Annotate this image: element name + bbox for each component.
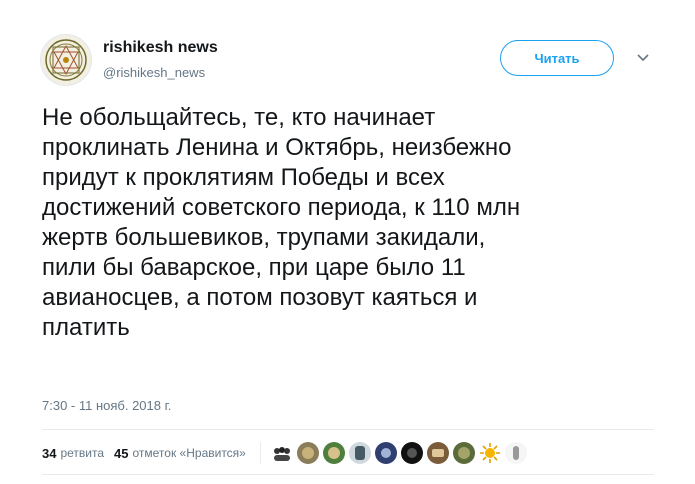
tweet-card: rishikesh news @rishikesh_news Читать Не… xyxy=(0,0,695,484)
tweet-timestamp[interactable]: 7:30 - 11 нояб. 2018 г. xyxy=(42,398,171,413)
liker-avatar[interactable] xyxy=(374,442,397,464)
group-icon xyxy=(273,447,290,461)
tweet-text-line: жертв большевиков, трупами закидали, xyxy=(42,224,486,251)
user-info: rishikesh news @rishikesh_news xyxy=(103,38,218,83)
tweet-text-line: проклинать Ленина и Октябрь, неизбежно xyxy=(42,134,512,161)
display-name[interactable]: rishikesh news xyxy=(103,38,218,58)
likes-label[interactable]: отметок «Нравится» xyxy=(133,446,246,460)
liker-avatar[interactable] xyxy=(452,442,475,464)
tweet-stats: 34 ретвита 45 отметок «Нравится» xyxy=(42,442,531,464)
liker-avatar[interactable] xyxy=(270,442,293,464)
tweet-text: Не обольщайтесь, те, кто начинает прокли… xyxy=(42,103,662,343)
divider xyxy=(42,429,654,430)
likers-avatars xyxy=(270,442,531,464)
liker-avatar[interactable] xyxy=(478,442,501,464)
liker-avatar[interactable] xyxy=(504,442,527,464)
stats-separator xyxy=(259,442,261,464)
tweet-text-line: достижений советского периода, к 110 млн xyxy=(42,194,521,221)
liker-avatar[interactable] xyxy=(348,442,371,464)
divider xyxy=(42,474,654,475)
likes-count[interactable]: 45 xyxy=(114,446,128,461)
more-options-button[interactable] xyxy=(636,52,650,64)
chevron-down-icon xyxy=(637,54,649,62)
yantra-emblem-icon xyxy=(45,39,87,81)
user-handle[interactable]: @rishikesh_news xyxy=(103,63,218,83)
tweet-text-line: придут к проклятиям Победы и всех xyxy=(42,164,445,191)
tweet-text-line: пили бы баварское, при царе было 11 xyxy=(42,254,466,281)
follow-button[interactable]: Читать xyxy=(500,40,614,76)
tweet-text-line: Не обольщайтесь, те, кто начинает xyxy=(42,104,436,131)
liker-avatar[interactable] xyxy=(426,442,449,464)
tweet-text-line: платить xyxy=(42,314,130,341)
liker-avatar[interactable] xyxy=(322,442,345,464)
sun-icon xyxy=(479,443,500,463)
avatar[interactable] xyxy=(40,34,92,86)
liker-avatar[interactable] xyxy=(296,442,319,464)
retweets-label[interactable]: ретвита xyxy=(60,446,104,460)
retweets-count[interactable]: 34 xyxy=(42,446,56,461)
tweet-text-line: авианосцев, а потом позовут каяться и xyxy=(42,284,478,311)
liker-avatar[interactable] xyxy=(400,442,423,464)
